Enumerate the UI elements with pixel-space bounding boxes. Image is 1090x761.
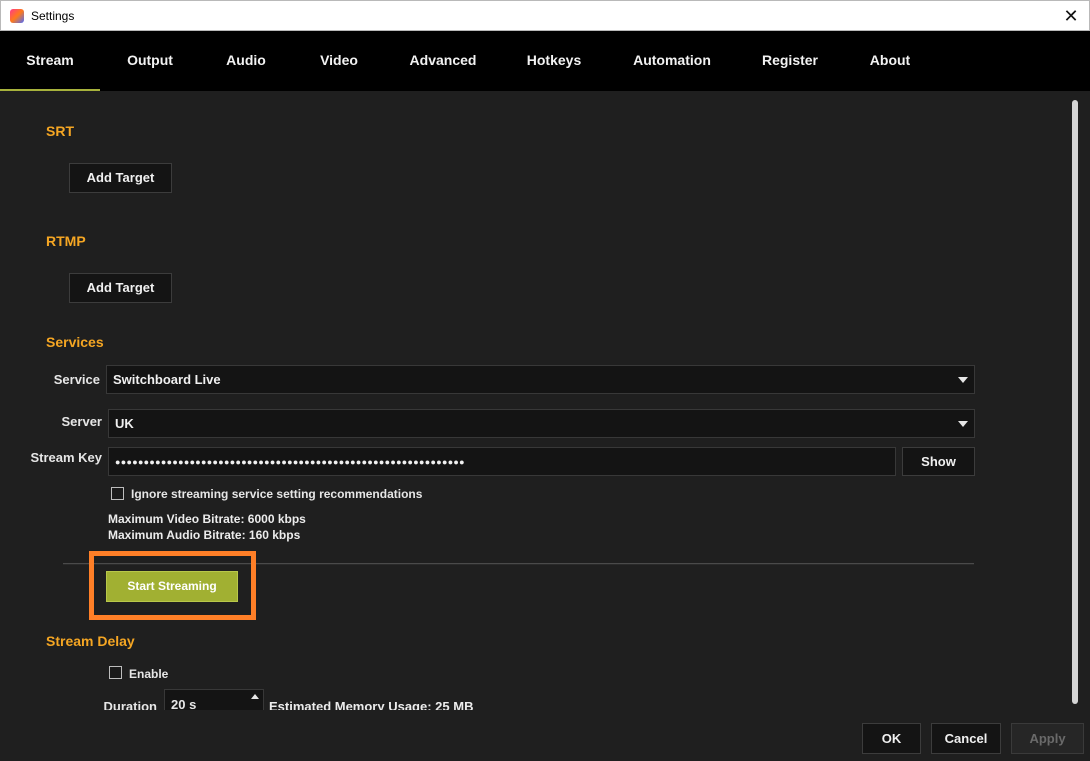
tab-register[interactable]: Register <box>752 31 828 91</box>
apply-button[interactable]: Apply <box>1011 723 1084 754</box>
ignore-recommendations-checkbox[interactable] <box>111 487 124 500</box>
close-icon[interactable]: ✕ <box>1059 4 1083 28</box>
rtmp-section-title: RTMP <box>46 233 86 249</box>
services-section-title: Services <box>46 334 104 350</box>
enable-delay-label: Enable <box>129 667 169 681</box>
tab-hotkeys[interactable]: Hotkeys <box>515 31 593 91</box>
server-dropdown[interactable]: UK <box>108 409 975 438</box>
tab-audio[interactable]: Audio <box>213 31 279 91</box>
settings-content: SRT Add Target RTMP Add Target Services … <box>1 91 1070 710</box>
chevron-down-icon <box>958 377 968 383</box>
tab-output[interactable]: Output <box>110 31 190 91</box>
max-audio-bitrate: Maximum Audio Bitrate: 160 kbps <box>108 528 301 542</box>
service-dropdown[interactable]: Switchboard Live <box>106 365 975 394</box>
tab-advanced[interactable]: Advanced <box>400 31 486 91</box>
server-value: UK <box>115 416 134 431</box>
duration-label: Duration <box>103 699 157 710</box>
ok-button[interactable]: OK <box>862 723 921 754</box>
vertical-scrollbar[interactable] <box>1070 96 1080 708</box>
tab-about[interactable]: About <box>859 31 921 91</box>
start-streaming-button[interactable]: Start Streaming <box>106 571 238 602</box>
tab-stream[interactable]: Stream <box>0 31 100 91</box>
memory-usage: Estimated Memory Usage: 25 MB <box>269 699 474 710</box>
enable-delay-checkbox[interactable] <box>109 666 122 679</box>
server-label: Server <box>61 414 102 429</box>
duration-spinbox[interactable]: 20 s <box>164 689 264 710</box>
duration-value: 20 s <box>171 697 197 710</box>
title-bar: Settings ✕ <box>0 0 1090 31</box>
chevron-up-icon[interactable] <box>251 694 259 699</box>
scrollbar-thumb[interactable] <box>1072 100 1078 704</box>
max-video-bitrate: Maximum Video Bitrate: 6000 kbps <box>108 512 306 526</box>
ignore-recommendations-label: Ignore streaming service setting recomme… <box>131 487 423 501</box>
srt-add-target-button[interactable]: Add Target <box>69 163 172 193</box>
cancel-button[interactable]: Cancel <box>931 723 1001 754</box>
srt-section-title: SRT <box>46 123 74 139</box>
tab-automation[interactable]: Automation <box>625 31 719 91</box>
stream-key-label: Stream Key <box>30 450 102 465</box>
tab-video[interactable]: Video <box>307 31 371 91</box>
service-label: Service <box>53 372 100 387</box>
app-logo-icon <box>10 9 24 23</box>
window-title: Settings <box>31 9 75 23</box>
dialog-footer: OK Cancel Apply <box>0 710 1090 761</box>
tab-bar: Stream Output Audio Video Advanced Hotke… <box>0 31 1090 91</box>
chevron-down-icon <box>958 421 968 427</box>
service-value: Switchboard Live <box>113 372 221 387</box>
stream-delay-section-title: Stream Delay <box>46 633 135 649</box>
stream-key-input[interactable]: ●●●●●●●●●●●●●●●●●●●●●●●●●●●●●●●●●●●●●●●●… <box>108 447 896 476</box>
rtmp-add-target-button[interactable]: Add Target <box>69 273 172 303</box>
show-key-button[interactable]: Show <box>902 447 975 476</box>
